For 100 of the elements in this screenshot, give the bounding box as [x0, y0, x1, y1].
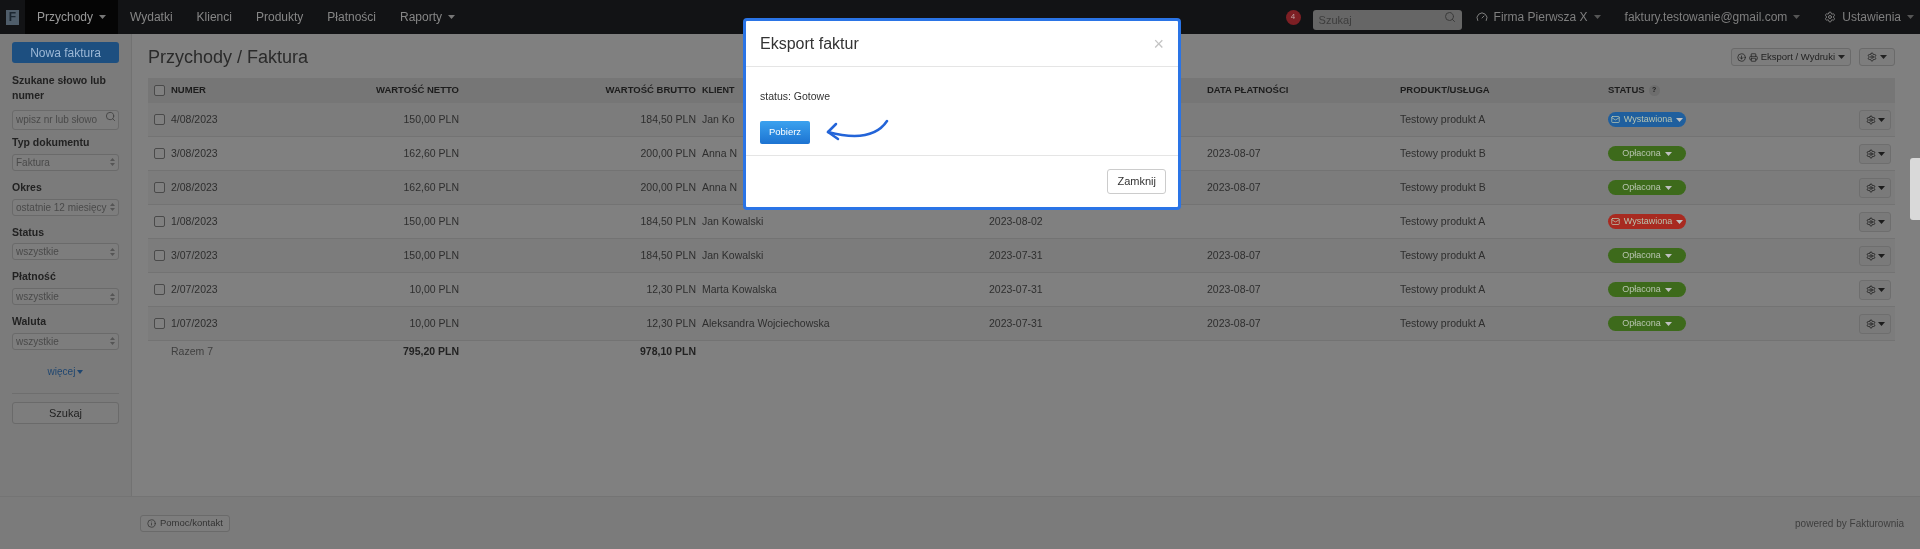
status-badge[interactable]: Wystawiona: [1608, 214, 1686, 229]
user-menu[interactable]: faktury.testowanie@gmail.com: [1624, 8, 1801, 26]
export-button[interactable]: Eksport / Wydruki: [1730, 48, 1851, 66]
download-button[interactable]: Pobierz: [760, 120, 810, 144]
close-dialog-button[interactable]: Zamknij: [1107, 169, 1166, 194]
app-logo[interactable]: F: [6, 9, 19, 25]
settings-button[interactable]: [1859, 48, 1895, 66]
caret-icon: [1676, 219, 1684, 224]
table-cell[interactable]: 3/08/2023: [171, 145, 218, 162]
settings-icon: [1865, 216, 1876, 227]
dialog-title: Eksport faktur: [760, 33, 859, 54]
column-header[interactable]: DATA PŁATNOŚCI: [1207, 83, 1400, 98]
table-cell[interactable]: 4/08/2023: [171, 111, 218, 128]
table-cell-text: Testowy produkt A: [1400, 315, 1487, 331]
row-actions-button[interactable]: [1859, 143, 1891, 164]
column-header[interactable]: STATUS: [1608, 83, 1645, 98]
new-invoice-button[interactable]: Nowa faktura: [12, 42, 119, 63]
checkbox[interactable]: [154, 85, 165, 96]
caret-icon: [1593, 15, 1601, 19]
caret-icon: [1877, 117, 1885, 122]
status-text: status: Gotowe: [760, 90, 831, 102]
checkbox[interactable]: [154, 114, 165, 125]
table-cell-text: 10,00 PLN: [408, 315, 459, 331]
row-actions-button[interactable]: [1859, 245, 1891, 266]
info-icon: [147, 518, 156, 528]
filter-label: Płatność: [12, 269, 57, 285]
table-cell-text: 162,60 PLN: [402, 145, 459, 161]
nav-tab[interactable]: Klienci: [184, 0, 244, 34]
company-menu[interactable]: Firma Pierwsza X: [1475, 8, 1601, 26]
table-cell[interactable]: 1/08/2023: [171, 213, 218, 230]
settings-icon: [1867, 52, 1877, 62]
table-cell: 2023-08-07: [1207, 146, 1261, 159]
table-cell-text: 150,00 PLN: [402, 213, 459, 229]
checkbox[interactable]: [154, 318, 165, 329]
row-actions-button[interactable]: [1859, 177, 1891, 198]
table-cell: 2023-07-31: [989, 282, 1043, 295]
status-badge[interactable]: Opłacona: [1608, 180, 1686, 195]
column-header[interactable]: NUMER: [171, 83, 206, 98]
table-cell[interactable]: 2/07/2023: [171, 281, 218, 298]
caret-icon: [1877, 185, 1885, 190]
notification-badge[interactable]: 4: [1285, 9, 1301, 25]
filter-label: Status: [12, 224, 46, 240]
row-actions-button[interactable]: [1859, 211, 1891, 232]
table-cell: Anna N: [702, 180, 738, 193]
help-button[interactable]: Pomoc/kontakt: [140, 514, 230, 532]
row-actions-button[interactable]: [1859, 279, 1891, 300]
table-cell[interactable]: 1/07/2023: [171, 315, 218, 332]
status-badge[interactable]: Wystawiona: [1608, 112, 1686, 127]
caret-icon: [1877, 321, 1885, 326]
status-badge[interactable]: Opłacona: [1608, 282, 1686, 297]
checkbox[interactable]: [154, 216, 165, 227]
settings-icon: [1865, 250, 1876, 261]
status-badge[interactable]: Opłacona: [1608, 316, 1686, 331]
sort-arrows-icon: [110, 158, 115, 167]
page-title: Przychody / Faktura: [148, 45, 309, 69]
settings-icon: [1865, 318, 1876, 329]
row-actions-button[interactable]: [1859, 109, 1891, 130]
nav-tab[interactable]: Raporty: [388, 0, 468, 34]
column-header[interactable]: WARTOŚĆ NETTO: [328, 83, 459, 98]
powered-by-text: powered by Fakturownia: [1795, 516, 1904, 531]
nav-tab[interactable]: Wydatki: [118, 0, 185, 34]
caret-icon: [77, 368, 84, 375]
caret-icon: [1664, 185, 1672, 190]
search-button[interactable]: Szukaj: [12, 401, 119, 424]
nav-tab[interactable]: Przychody: [25, 0, 119, 34]
table-cell[interactable]: 2/08/2023: [171, 179, 218, 196]
column-header[interactable]: KLIENT: [702, 85, 735, 96]
filter-label: Typ dokumentu: [12, 135, 91, 150]
settings-menu[interactable]: Ustawienia: [1824, 8, 1914, 26]
caret-icon: [1838, 55, 1845, 59]
settings-icon: [1865, 148, 1876, 159]
settings-icon: [1865, 114, 1876, 125]
checkbox[interactable]: [154, 250, 165, 261]
checkbox[interactable]: [154, 182, 165, 193]
download-icon: [1736, 52, 1746, 62]
nav-tab[interactable]: Produkty: [243, 0, 316, 34]
caret-icon: [1793, 15, 1801, 19]
caret-icon: [1907, 15, 1914, 19]
table-cell-text: 162,60 PLN: [402, 179, 459, 195]
table-cell: 2023-08-02: [989, 214, 1043, 227]
table-cell: 2023-07-31: [989, 316, 1043, 329]
status-badge[interactable]: Opłacona: [1608, 146, 1686, 161]
caret-icon: [99, 15, 107, 19]
column-header[interactable]: PRODUKT/USŁUGA: [1400, 83, 1608, 98]
table-cell: 2023-08-07: [1207, 248, 1261, 261]
checkbox[interactable]: [154, 148, 165, 159]
table-cell: Aleksandra Wojciechowska: [702, 316, 830, 329]
caret-icon: [1877, 287, 1885, 292]
checkbox[interactable]: [154, 284, 165, 295]
table-cell-text: 12,30 PLN: [645, 315, 696, 331]
nav-tab[interactable]: Płatności: [315, 0, 389, 34]
caret-icon: [1877, 151, 1885, 156]
table-cell-text: 10,00 PLN: [408, 281, 459, 297]
row-actions-button[interactable]: [1859, 313, 1891, 334]
total-net: 795,20 PLN: [401, 344, 459, 360]
table-cell[interactable]: 3/07/2023: [171, 247, 218, 264]
column-header[interactable]: WARTOŚĆ BRUTTO: [459, 83, 696, 98]
more-link[interactable]: więcej: [47, 363, 84, 379]
caret-icon: [1664, 287, 1672, 292]
status-badge[interactable]: Opłacona: [1608, 248, 1686, 263]
